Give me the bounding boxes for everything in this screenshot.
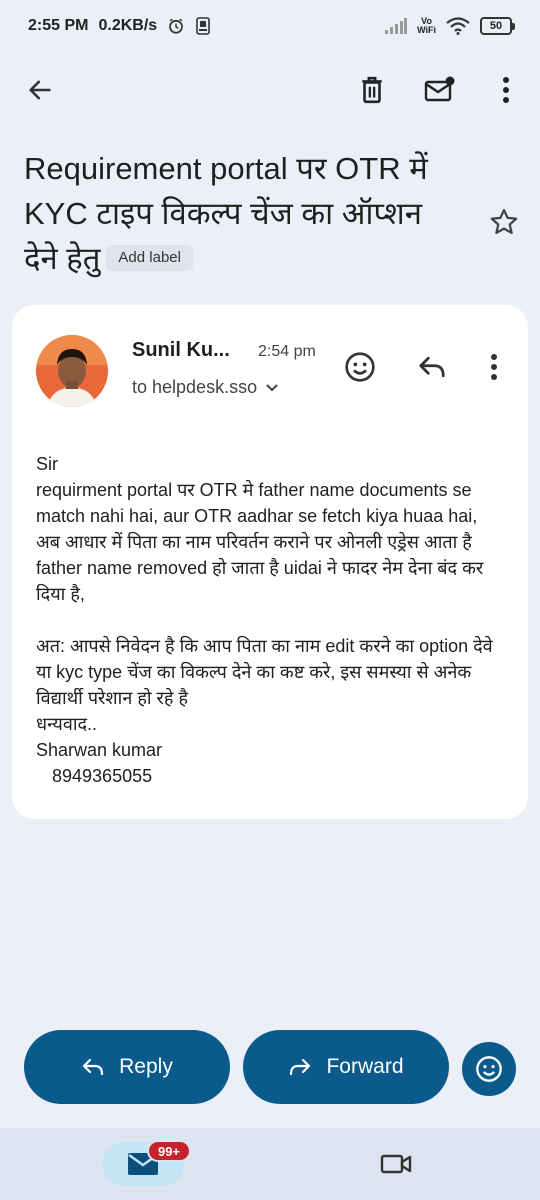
video-camera-icon	[380, 1154, 412, 1174]
more-vert-icon	[491, 354, 497, 380]
body-greeting: Sir	[36, 454, 58, 474]
unread-count-badge: 99+	[147, 1140, 191, 1162]
mark-unread-icon	[424, 76, 455, 102]
emoji-icon	[476, 1056, 502, 1082]
forward-icon	[290, 1058, 311, 1076]
star-button[interactable]	[484, 202, 524, 242]
body-paragraph-2: अत: आपसे निवेदन है कि आप पिता का नाम edi…	[36, 636, 493, 708]
back-button[interactable]	[16, 66, 64, 114]
email-subject: Requirement portal पर OTR में KYC टाइप व…	[24, 146, 464, 281]
status-network-speed: 0.2KB/s	[98, 17, 158, 34]
avatar-photo	[36, 335, 108, 407]
emoji-icon	[345, 352, 375, 382]
status-bar: 2:55 PM 0.2KB/s Vo WiFi 50	[0, 0, 540, 52]
battery-indicator: 50	[480, 17, 515, 35]
react-button[interactable]	[462, 1042, 516, 1096]
message-card: Sunil Ku... 2:54 pm to helpdesk.sso Sir …	[12, 305, 528, 819]
reply-button[interactable]: Reply	[24, 1030, 230, 1104]
recipient-details-toggle[interactable]: to helpdesk.sso	[132, 377, 279, 398]
message-body: Sir requirment portal पर OTR मे father n…	[36, 451, 506, 789]
reply-label: Reply	[119, 1055, 173, 1078]
alarm-icon	[167, 17, 185, 35]
forward-button[interactable]: Forward	[243, 1030, 449, 1104]
vowifi-bottom: WiFi	[417, 25, 436, 35]
arrow-back-icon	[29, 80, 51, 100]
reply-button-header[interactable]	[410, 345, 454, 389]
status-time: 2:55 PM	[28, 17, 89, 34]
wifi-icon	[446, 17, 470, 35]
reply-icon	[83, 1058, 104, 1076]
mark-unread-button[interactable]	[416, 66, 464, 114]
sender-avatar[interactable]	[36, 335, 108, 407]
app-notification-icon	[195, 17, 211, 35]
body-signature: Sharwan kumar	[36, 740, 163, 760]
sender-name[interactable]: Sunil Ku...	[132, 339, 230, 362]
action-row: Reply Forward	[0, 1030, 540, 1104]
reply-icon	[419, 356, 445, 378]
body-spacer	[36, 607, 506, 633]
message-more-button[interactable]	[472, 345, 516, 389]
add-reaction-button[interactable]	[338, 345, 382, 389]
delete-button[interactable]	[348, 66, 396, 114]
more-options-button[interactable]	[482, 66, 530, 114]
signal-icon	[385, 18, 408, 34]
body-thanks: धन्यवाद..	[36, 714, 98, 734]
forward-label: Forward	[326, 1055, 404, 1078]
sent-time: 2:54 pm	[258, 343, 316, 360]
bottom-navigation: 99+	[0, 1128, 540, 1200]
add-label-button[interactable]: Add label	[106, 244, 193, 271]
subject-text: Requirement portal पर OTR में KYC टाइप व…	[24, 151, 428, 276]
chevron-down-icon	[266, 383, 278, 391]
body-paragraph-1: requirment portal पर OTR मे father name …	[36, 480, 484, 604]
body-phone[interactable]: 8949365055	[36, 763, 506, 789]
trash-icon	[362, 76, 382, 104]
more-vert-icon	[503, 77, 509, 103]
email-toolbar	[0, 62, 540, 118]
vowifi-indicator: Vo WiFi	[417, 17, 436, 35]
nav-meet-tab[interactable]	[374, 1142, 418, 1186]
recipient-text: to helpdesk.sso	[132, 377, 258, 397]
star-icon	[490, 209, 518, 234]
